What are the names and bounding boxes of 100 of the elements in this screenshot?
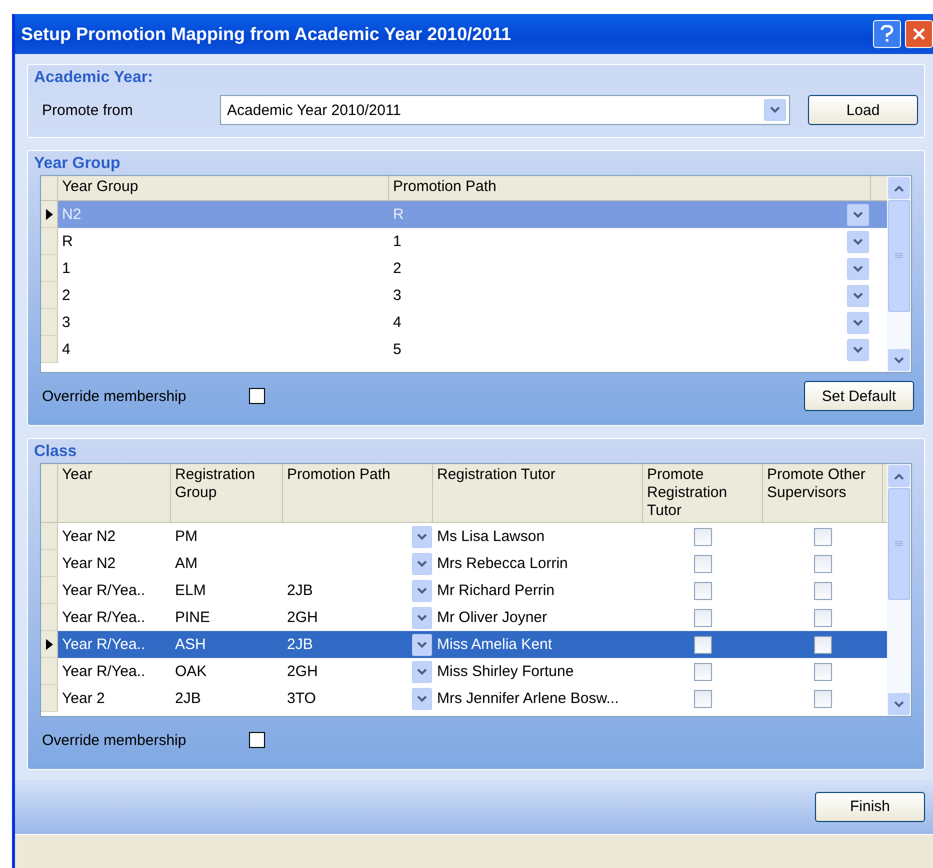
chevron-down-icon [417, 586, 427, 595]
grid-row[interactable]: 4 5 [41, 336, 887, 364]
checkbox[interactable] [694, 690, 712, 708]
table-cell[interactable]: 3 [389, 282, 845, 310]
chevron-down-icon [853, 238, 863, 246]
table-cell-text: 2JB [174, 689, 202, 710]
question-mark-icon [880, 25, 894, 44]
table-cell-text: Year N2 [61, 554, 117, 574]
grid-row[interactable]: Year R/Yea.. ELM 2JB Mr Richard Perrin [41, 577, 887, 604]
dropdown-button[interactable] [847, 312, 869, 334]
checkbox[interactable] [694, 636, 712, 654]
column-header[interactable]: Registration Tutor [433, 464, 643, 522]
dropdown-button[interactable] [412, 634, 432, 656]
column-header[interactable]: Year [58, 464, 171, 522]
table-cell[interactable]: 1 [389, 228, 845, 256]
grid-row[interactable]: R 1 [41, 228, 887, 256]
finish-button[interactable]: Finish [815, 792, 925, 822]
dropdown-button[interactable] [847, 204, 869, 226]
checkbox[interactable] [694, 528, 712, 546]
grid-row[interactable]: Year N2 PM Ms Lisa Lawson [41, 523, 887, 550]
chevron-down-icon [417, 560, 427, 568]
checkbox[interactable] [694, 554, 712, 573]
chevron-up-icon [894, 184, 904, 192]
chevron-down-icon [417, 668, 427, 676]
grid-row[interactable]: Year R/Yea.. ASH 2JB Miss Amelia Kent [41, 631, 887, 658]
table-cell[interactable]: 2GH [283, 604, 411, 632]
scrollbar[interactable] [887, 464, 911, 716]
table-cell-text: Year 2 [61, 689, 106, 710]
chevron-down-icon [417, 532, 427, 541]
table-cell[interactable]: 2GH [283, 658, 411, 686]
row-pointer-icon [46, 208, 52, 220]
dropdown-button[interactable] [412, 552, 432, 575]
scroll-down-button[interactable] [888, 693, 910, 716]
grid-row[interactable]: 3 4 [41, 309, 887, 336]
table-cell[interactable]: 4 [389, 309, 845, 336]
scrollbar-thumb[interactable] [888, 200, 910, 312]
dropdown-button[interactable] [847, 230, 869, 253]
row-pointer-icon [46, 638, 52, 650]
dropdown-button[interactable] [412, 688, 432, 710]
checkbox[interactable] [814, 662, 832, 681]
checkbox-label: Override membership [42, 732, 188, 749]
dropdown-button[interactable] [412, 526, 432, 548]
row-header[interactable] [41, 201, 58, 228]
column-header[interactable]: Promotion Path [389, 176, 871, 200]
column-header[interactable]: Promotion Path [283, 464, 433, 522]
set-default-button[interactable]: Set Default [804, 381, 914, 412]
scrollbar-thumb[interactable] [888, 488, 910, 600]
table-cell-text: Year R/Yea.. [61, 635, 146, 656]
column-header[interactable]: Registration Group [171, 464, 283, 522]
grid-row[interactable]: Year 2 2JB 3TO Mrs Jennifer Arlene Bosw... [41, 685, 887, 712]
grid-row[interactable]: Year R/Yea.. PINE 2GH Mr Oliver Joyner [41, 604, 887, 632]
dropdown-button[interactable] [412, 660, 432, 683]
grid-row[interactable]: 1 2 [41, 255, 887, 282]
scrollbar[interactable] [887, 176, 911, 372]
table-cell-text: Year N2 [61, 527, 117, 548]
dropdown-button[interactable] [412, 580, 432, 602]
checkbox[interactable] [694, 582, 712, 600]
checkbox[interactable] [814, 690, 832, 708]
dropdown-button[interactable] [412, 606, 432, 629]
help-button[interactable] [873, 20, 901, 48]
checkbox[interactable] [814, 528, 832, 546]
table-cell[interactable]: 5 [389, 336, 845, 364]
dropdown-button[interactable] [847, 338, 869, 361]
column-header[interactable]: Promote Other Supervisors [763, 464, 883, 522]
academic-year-dropdown[interactable]: Academic Year 2010/2011 [220, 95, 790, 126]
table-cell-text: AM [174, 554, 198, 574]
checkbox[interactable] [694, 662, 712, 681]
dropdown-button[interactable] [764, 99, 786, 122]
grid-row[interactable]: 2 3 [41, 282, 887, 310]
checkbox[interactable] [249, 732, 265, 748]
table-cell[interactable]: 2 [389, 255, 845, 282]
row-header[interactable] [41, 631, 58, 658]
table-cell[interactable]: 2JB [283, 631, 411, 658]
checkbox[interactable] [814, 582, 832, 600]
section-heading: Year Group [34, 155, 122, 174]
dropdown-button[interactable] [847, 258, 869, 280]
table-cell[interactable]: 2JB [283, 577, 411, 604]
checkbox[interactable] [694, 608, 712, 627]
table-cell-text: Year R/Yea.. [61, 581, 146, 602]
dropdown-button[interactable] [847, 284, 869, 307]
close-button[interactable] [905, 20, 933, 48]
window-title: Setup Promotion Mapping from Academic Year 2010/2011 [21, 24, 512, 45]
table-cell-text: ASH [174, 635, 207, 656]
column-header[interactable]: Promote Registration Tutor [643, 464, 763, 522]
load-button[interactable]: Load [808, 95, 918, 126]
table-cell-text: R [61, 232, 74, 252]
scroll-up-button[interactable] [888, 465, 910, 488]
table-cell[interactable]: 3TO [283, 685, 411, 712]
scroll-up-button[interactable] [888, 177, 910, 200]
checkbox[interactable] [814, 554, 832, 573]
table-cell-text: Mrs Rebecca Lorrin [436, 554, 569, 574]
grid-row[interactable]: Year R/Yea.. OAK 2GH Miss Shirley Fortune [41, 658, 887, 686]
column-header[interactable]: Year Group [58, 176, 389, 200]
scroll-down-button[interactable] [888, 349, 910, 372]
checkbox[interactable] [249, 388, 265, 404]
section-heading: Class [34, 443, 78, 462]
grid-row[interactable]: Year N2 AM Mrs Rebecca Lorrin [41, 550, 887, 578]
checkbox[interactable] [814, 608, 832, 627]
close-icon [912, 27, 926, 42]
checkbox[interactable] [814, 636, 832, 654]
